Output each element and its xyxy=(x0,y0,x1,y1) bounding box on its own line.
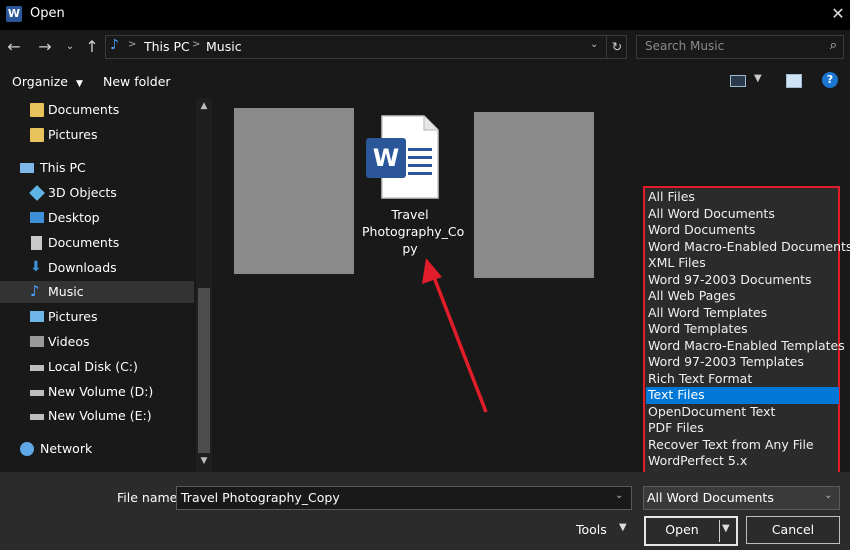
chevron-down-icon[interactable]: ▼ xyxy=(619,522,627,533)
file-type-option[interactable]: Word Macro-Enabled Documents xyxy=(646,239,850,256)
pc-icon xyxy=(20,163,34,173)
help-icon[interactable]: ? xyxy=(822,72,838,88)
refresh-icon[interactable]: ↻ xyxy=(606,35,627,59)
file-type-option[interactable]: Text Files xyxy=(646,387,839,404)
word-app-icon: W xyxy=(6,6,22,22)
up-arrow-icon[interactable]: ↑ xyxy=(82,37,102,57)
video-icon xyxy=(30,336,44,347)
sidebar-item-new-volume-d[interactable]: New Volume (D:) xyxy=(0,381,194,403)
sidebar-scrollbar[interactable]: ▲ ▼ xyxy=(196,98,212,472)
chevron-down-icon[interactable]: ⌄ xyxy=(615,490,623,501)
download-icon: ⬇ xyxy=(30,259,42,275)
window-title: Open xyxy=(30,6,65,21)
cancel-button[interactable]: Cancel xyxy=(746,516,840,544)
search-input[interactable]: Search Music ⌕ xyxy=(636,35,844,59)
folder-icon xyxy=(30,103,44,117)
address-dropdown-chevron-icon[interactable]: ⌄ xyxy=(590,39,598,50)
sidebar-item-new-volume-e[interactable]: New Volume (E:) xyxy=(0,405,194,427)
chevron-down-icon: ▼ xyxy=(75,79,83,89)
cube-icon xyxy=(29,185,45,201)
open-button[interactable]: Open ▼ xyxy=(644,516,738,546)
pictures-icon xyxy=(30,311,44,322)
file-name-line: Travel xyxy=(391,207,429,222)
sidebar-item-documents[interactable]: Documents xyxy=(0,232,194,254)
file-type-option[interactable]: OpenDocument Text xyxy=(646,404,839,421)
view-options-chevron-icon[interactable]: ▼ xyxy=(754,73,762,84)
file-type-value: All Word Documents xyxy=(647,490,774,505)
scroll-down-icon[interactable]: ▼ xyxy=(196,456,212,466)
network-icon xyxy=(20,442,34,456)
organize-label: Organize xyxy=(12,74,68,89)
documents-icon xyxy=(31,236,42,250)
search-icon[interactable]: ⌕ xyxy=(830,38,837,53)
title-bar xyxy=(0,0,850,30)
word-document-icon[interactable]: W xyxy=(366,114,440,200)
forward-arrow-icon[interactable]: → xyxy=(35,37,55,57)
file-name-field-label: File name: xyxy=(117,490,182,505)
chevron-down-icon[interactable]: ⌄ xyxy=(824,490,832,501)
organize-button[interactable]: Organize ▼ xyxy=(12,74,83,89)
search-placeholder: Search Music xyxy=(645,39,725,53)
breadcrumb-separator-icon: > xyxy=(128,39,137,50)
file-type-option[interactable]: PDF Files xyxy=(646,420,839,437)
sidebar-item-network[interactable]: Network xyxy=(0,438,194,460)
sidebar-item-documents-quick[interactable]: Documents xyxy=(0,99,194,121)
file-type-select[interactable]: All Word Documents ⌄ xyxy=(643,486,840,510)
open-options-chevron-icon[interactable]: ▼ xyxy=(722,523,730,534)
sidebar-item-desktop[interactable]: Desktop xyxy=(0,207,194,229)
sidebar-item-this-pc[interactable]: This PC xyxy=(0,157,194,179)
file-type-option[interactable]: All Word Documents xyxy=(646,206,839,223)
file-type-option[interactable]: Word Documents xyxy=(646,222,839,239)
blurred-file-thumbnail[interactable] xyxy=(234,108,354,274)
desktop-icon xyxy=(30,212,44,223)
file-name-input[interactable]: Travel Photography_Copy ⌄ xyxy=(176,486,632,510)
file-type-option[interactable]: All Web Pages xyxy=(646,288,839,305)
music-note-icon: ♪ xyxy=(110,37,119,53)
address-bar[interactable]: ♪ > This PC > Music ⌄ xyxy=(105,35,627,59)
file-type-option[interactable]: Word 97-2003 Templates xyxy=(646,354,839,371)
sidebar-item-3d-objects[interactable]: 3D Objects xyxy=(0,182,194,204)
drive-icon xyxy=(30,390,44,396)
svg-text:W: W xyxy=(373,144,399,172)
navigation-pane: Documents Pictures This PC 3D Objects De… xyxy=(0,98,212,472)
drive-icon xyxy=(30,365,44,371)
sidebar-item-local-disk-c[interactable]: Local Disk (C:) xyxy=(0,356,194,378)
sidebar-item-music[interactable]: ♪ Music xyxy=(0,281,194,303)
drive-icon xyxy=(30,414,44,420)
new-folder-button[interactable]: New folder xyxy=(103,74,171,89)
scroll-thumb[interactable] xyxy=(198,288,210,453)
scroll-up-icon[interactable]: ▲ xyxy=(196,101,212,111)
file-type-option[interactable]: Rich Text Format xyxy=(646,371,839,388)
split-divider xyxy=(719,520,720,542)
sidebar-item-pictures-quick[interactable]: Pictures xyxy=(0,124,194,146)
file-type-option[interactable]: Word Macro-Enabled Templates xyxy=(646,338,845,355)
file-type-option[interactable]: All Word Templates xyxy=(646,305,839,322)
file-type-option[interactable]: Word 97-2003 Documents xyxy=(646,272,839,289)
preview-pane-icon[interactable] xyxy=(786,74,802,88)
file-type-option[interactable]: Word Templates xyxy=(646,321,839,338)
file-type-option[interactable]: All Files xyxy=(646,189,839,206)
open-button-label: Open xyxy=(665,522,699,537)
breadcrumb-music[interactable]: Music xyxy=(206,39,242,54)
file-type-option[interactable]: XML Files xyxy=(646,255,839,272)
file-name-line: Photography_Co xyxy=(362,224,465,239)
recent-locations-chevron-icon[interactable]: ⌄ xyxy=(60,37,80,57)
sidebar-item-pictures[interactable]: Pictures xyxy=(0,306,194,328)
music-icon: ♪ xyxy=(30,282,40,300)
folder-icon xyxy=(30,128,44,142)
breadcrumb-this-pc[interactable]: This PC xyxy=(144,39,190,54)
change-view-icon[interactable] xyxy=(730,75,746,87)
annotation-arrow xyxy=(422,258,488,413)
file-name-value: Travel Photography_Copy xyxy=(181,490,340,505)
file-type-option[interactable]: WordPerfect 5.x xyxy=(646,453,839,470)
breadcrumb-separator-icon: > xyxy=(192,39,201,50)
file-type-option[interactable]: Recover Text from Any File xyxy=(646,437,839,454)
sidebar-item-videos[interactable]: Videos xyxy=(0,331,194,353)
tools-button[interactable]: Tools xyxy=(576,522,607,537)
back-arrow-icon[interactable]: ← xyxy=(4,37,24,57)
close-icon[interactable]: ✕ xyxy=(826,2,850,26)
file-type-dropdown-list[interactable]: All Files All Word Documents Word Document… xyxy=(643,186,850,488)
sidebar-item-downloads[interactable]: ⬇ Downloads xyxy=(0,257,194,279)
